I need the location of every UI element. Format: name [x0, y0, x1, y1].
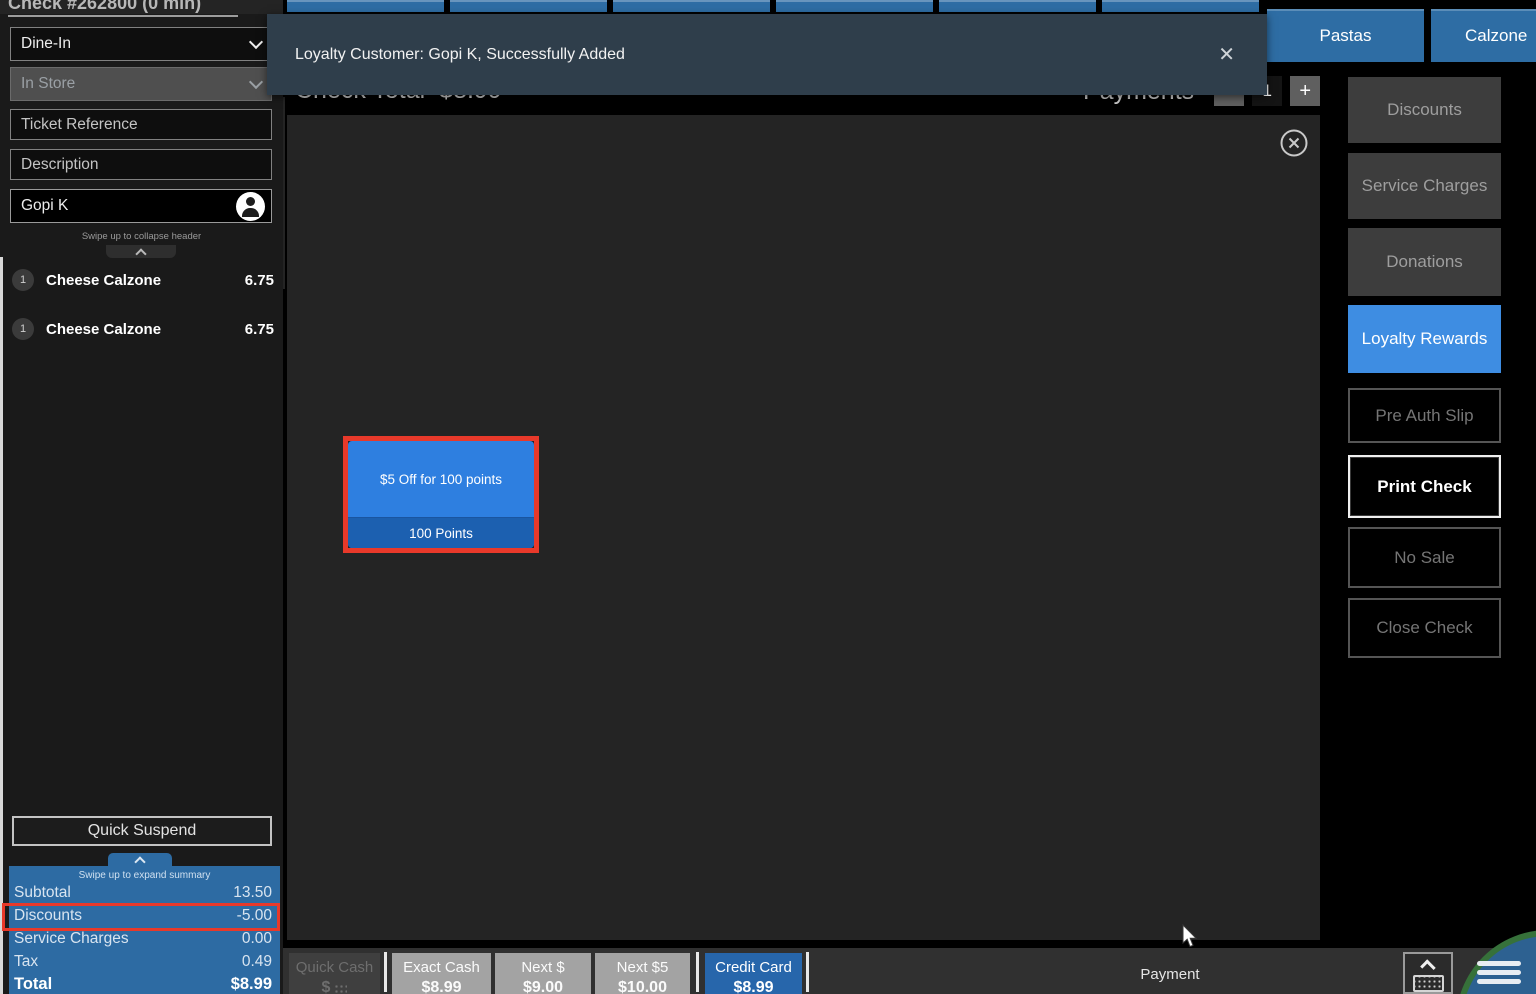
donations-button[interactable]: Donations: [1348, 228, 1501, 296]
reward-card-5-off[interactable]: $5 Off for 100 points 100 Points: [348, 441, 534, 548]
tab-pastas[interactable]: Pastas: [1267, 9, 1424, 62]
close-check-button[interactable]: Close Check: [1348, 598, 1501, 658]
keypad-dots-icon: [333, 983, 347, 994]
notification-message: Loyalty Customer: Gopi K, Successfully A…: [295, 46, 625, 64]
expand-summary-handle[interactable]: [108, 853, 172, 866]
hamburger-icon: [1477, 961, 1521, 966]
exact-cash-button[interactable]: Exact Cash $8.99: [392, 953, 491, 994]
summary-row-total: Total$8.99: [14, 975, 272, 994]
item-qty-badge: 1: [12, 269, 34, 291]
credit-card-button[interactable]: Credit Card $8.99: [705, 953, 802, 994]
divider: [8, 15, 238, 17]
category-tab[interactable]: [613, 0, 770, 12]
order-type-dropdown[interactable]: Dine-In: [10, 27, 272, 61]
no-sale-button[interactable]: No Sale: [1348, 527, 1501, 588]
collapse-header-handle[interactable]: [106, 245, 176, 258]
description-input[interactable]: [21, 156, 261, 174]
pre-auth-slip-button[interactable]: Pre Auth Slip: [1348, 388, 1501, 443]
ticket-reference-input[interactable]: [21, 116, 261, 134]
item-qty-badge: 1: [12, 318, 34, 340]
summary-row-tax: Tax0.49: [14, 953, 272, 973]
loyalty-rewards-button[interactable]: Loyalty Rewards: [1348, 305, 1501, 373]
payments-increment-button[interactable]: +: [1290, 76, 1320, 106]
category-tab-row: [287, 0, 1259, 12]
customer-field[interactable]: Gopi K: [10, 189, 272, 223]
channel-dropdown[interactable]: In Store: [10, 67, 272, 101]
description-field[interactable]: [10, 149, 272, 180]
check-sidebar: Check #262800 (0 min) Dine-In In Store G…: [0, 0, 283, 994]
next-five-button[interactable]: Next $5 $10.00: [595, 953, 690, 994]
item-name: Cheese Calzone: [46, 272, 245, 289]
customer-contact-icon[interactable]: [236, 192, 265, 221]
selected-reward-annotation: $5 Off for 100 points 100 Points: [343, 436, 539, 553]
category-tab[interactable]: [776, 0, 933, 12]
quick-cash-button[interactable]: Quick Cash $: [289, 953, 380, 994]
chevron-down-icon: [249, 75, 263, 89]
quick-suspend-button[interactable]: Quick Suspend: [12, 816, 272, 846]
check-number-header: Check #262800 (0 min): [0, 0, 283, 14]
notification-close-icon[interactable]: ✕: [1210, 38, 1243, 71]
collapse-header-hint: Swipe up to collapse header: [0, 231, 283, 242]
item-price: 6.75: [245, 321, 274, 338]
summary-row-discounts: Discounts-5.00: [14, 907, 272, 927]
payment-bar-separator: [696, 952, 699, 992]
chevron-up-icon: [135, 248, 146, 259]
keyboard-icon: [1413, 975, 1444, 992]
category-tab[interactable]: [1102, 0, 1259, 12]
pos-screen: Pastas Calzone Check #262800 (0 min) Din…: [0, 0, 1536, 994]
loyalty-success-notification: Loyalty Customer: Gopi K, Successfully A…: [267, 14, 1267, 95]
summary-row-service-charges: Service Charges0.00: [14, 930, 272, 950]
payment-section-label: Payment: [1100, 966, 1240, 983]
check-item-row[interactable]: 1 Cheese Calzone 6.75: [8, 265, 274, 295]
payment-bar-separator: [384, 952, 387, 992]
category-tab[interactable]: [287, 0, 444, 12]
ticket-reference-field[interactable]: [10, 109, 272, 140]
payment-bar-separator: [806, 952, 809, 992]
tab-calzone[interactable]: Calzone: [1431, 9, 1536, 62]
expand-summary-hint: Swipe up to expand summary: [9, 870, 280, 881]
item-price: 6.75: [245, 272, 274, 289]
item-list-scrollbar[interactable]: [0, 257, 3, 994]
keyboard-toggle-button[interactable]: [1403, 952, 1453, 994]
chevron-down-icon: [249, 35, 263, 49]
summary-row-subtotal: Subtotal13.50: [14, 884, 272, 904]
item-name: Cheese Calzone: [46, 321, 245, 338]
chevron-up-icon: [1420, 959, 1436, 975]
panel-close-icon[interactable]: [1280, 129, 1308, 157]
print-check-button[interactable]: Print Check: [1348, 455, 1501, 518]
discounts-button[interactable]: Discounts: [1348, 77, 1501, 143]
category-tab[interactable]: [939, 0, 1096, 12]
check-item-row[interactable]: 1 Cheese Calzone 6.75: [8, 314, 274, 344]
next-dollar-button[interactable]: Next $ $9.00: [495, 953, 591, 994]
service-charges-button[interactable]: Service Charges: [1348, 153, 1501, 219]
category-tab[interactable]: [450, 0, 607, 12]
